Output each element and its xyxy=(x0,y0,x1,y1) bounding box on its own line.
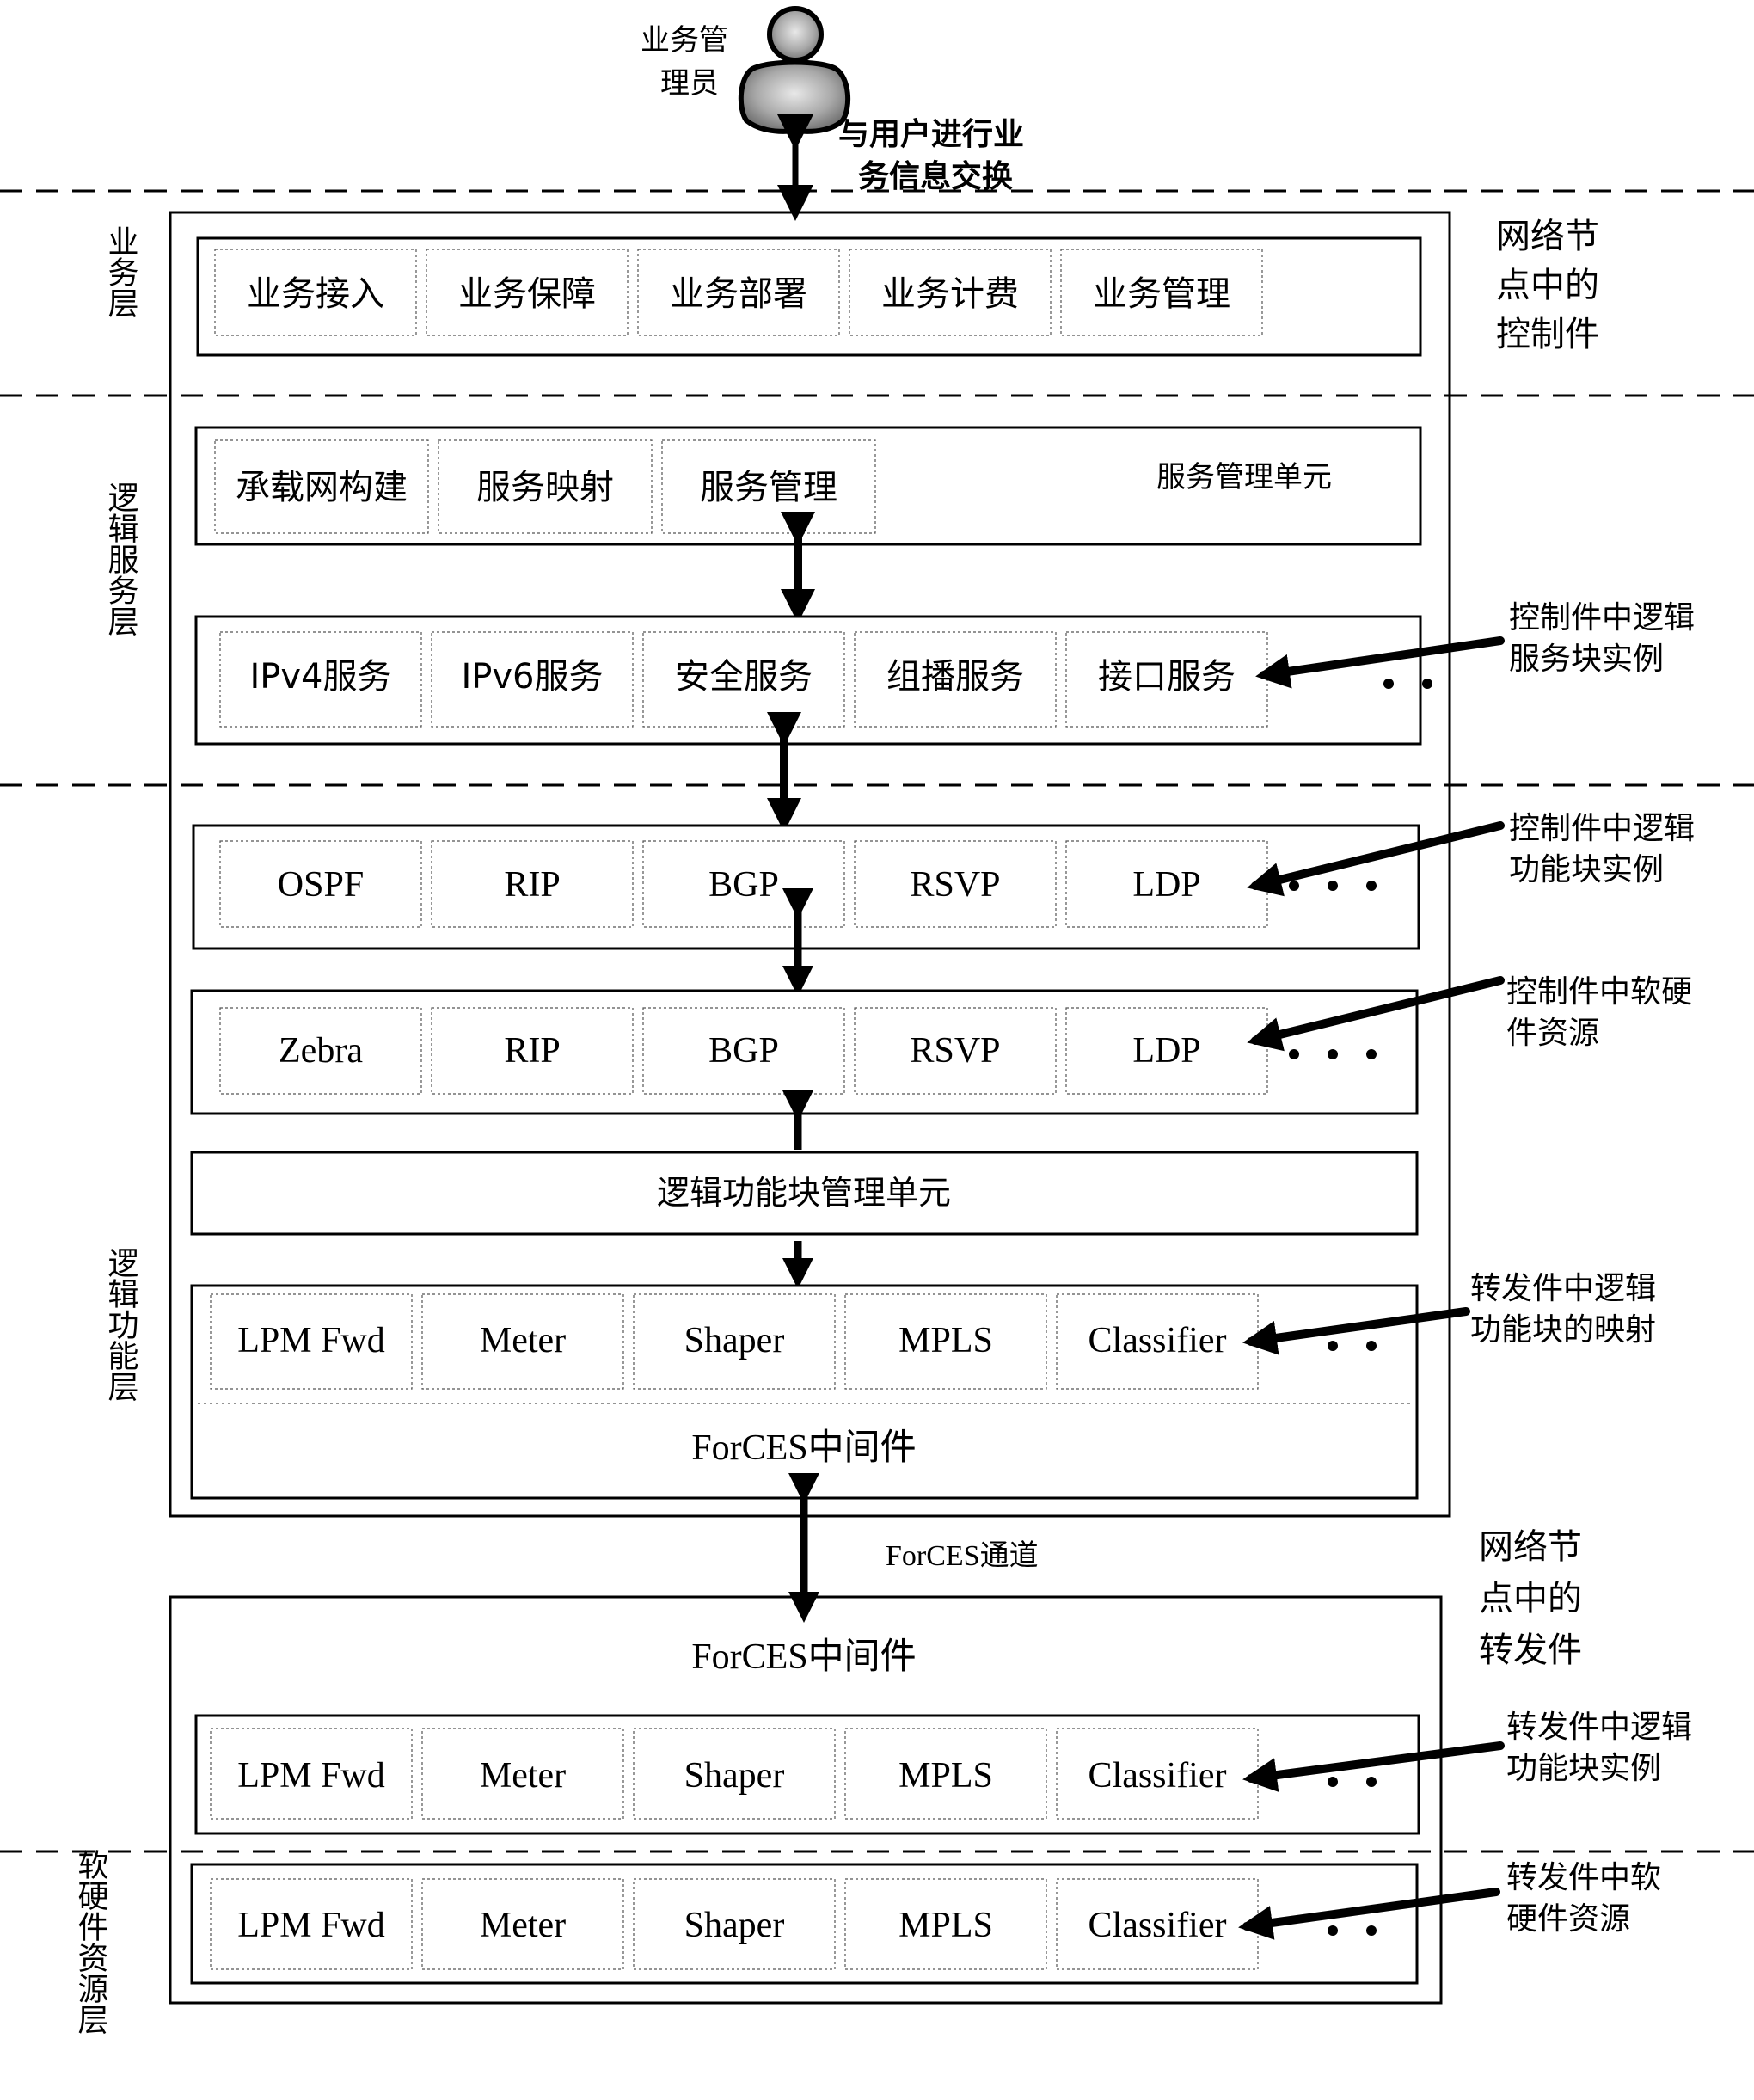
fe-label-line2: 点中的 xyxy=(1479,1579,1582,1618)
ellipsis-dot xyxy=(1328,1925,1338,1936)
exchange-label-line2: 务信息交换 xyxy=(858,158,1013,194)
annotation-line1: 控制件中逻辑 xyxy=(1509,811,1695,846)
block-label: LDP xyxy=(1132,865,1200,905)
lfb-mgmt-unit-title: 逻辑功能块管理单元 xyxy=(657,1174,951,1212)
block-label: 业务保障 xyxy=(458,274,596,314)
block-label: BGP xyxy=(708,1031,779,1071)
ellipsis-dot xyxy=(1328,881,1338,891)
annotation-line2: 服务块实例 xyxy=(1509,642,1664,677)
logic-service-block-row: IPv4服务 IPv6服务 安全服务 组播服务 接口服务 xyxy=(194,615,1432,746)
block-label: MPLS xyxy=(898,1321,993,1360)
architecture-diagram: 业务管 理员 与用户进行业 务信息交换 业务层 逻辑服务层 逻辑功能层 软硬件资… xyxy=(0,6,1754,2035)
forces-channel-label: ForCES通道 xyxy=(886,1539,1039,1572)
layer-label-logic-function: 逻辑功能层 xyxy=(103,1247,139,1402)
ellipsis-dot xyxy=(1383,679,1394,689)
block-label: LDP xyxy=(1132,1031,1200,1071)
annotation-line2: 功能块实例 xyxy=(1509,852,1664,887)
block-label: 业务接入 xyxy=(247,274,384,314)
block-label: Zebra xyxy=(279,1031,363,1071)
annotation-line1: 控制件中软硬 xyxy=(1506,974,1692,1010)
ellipsis-dot xyxy=(1366,1777,1377,1787)
ce-label-line1: 网络节 xyxy=(1496,217,1599,256)
fe-resource-row: LPM Fwd Meter Shaper MPLS Classifier xyxy=(190,1863,1419,1985)
service-management-unit: 承载网构建 服务映射 服务管理 服务管理单元 xyxy=(194,426,1422,546)
block-label: Classifier xyxy=(1089,1321,1227,1360)
actor-label-line2: 理员 xyxy=(660,66,719,101)
ce-resource-row: Zebra RIP BGP RSVP LDP xyxy=(190,989,1419,1115)
block-label: 业务管理 xyxy=(1093,274,1230,314)
exchange-label-line1: 与用户进行业 xyxy=(838,117,1024,152)
block-label: RIP xyxy=(504,1031,560,1071)
block-label: LPM Fwd xyxy=(237,1906,385,1945)
ellipsis-dot xyxy=(1289,881,1299,891)
ellipsis-dot xyxy=(1422,679,1432,689)
block-label: MPLS xyxy=(898,1906,993,1945)
layer-label-resource: 软硬件资源层 xyxy=(73,1849,108,2035)
user-icon xyxy=(738,6,851,134)
block-label: 业务计费 xyxy=(881,274,1019,314)
block-label: IPv4服务 xyxy=(249,657,391,697)
block-label: Shaper xyxy=(684,1756,785,1796)
block-label: RSVP xyxy=(910,1031,1000,1071)
ellipsis-dot xyxy=(1366,1049,1377,1059)
logic-function-block-row: OSPF RIP BGP RSVP LDP xyxy=(192,824,1420,950)
block-label: RIP xyxy=(504,865,560,905)
ce-middleware-title: ForCES中间件 xyxy=(691,1428,916,1468)
fe-middleware-title: ForCES中间件 xyxy=(691,1637,916,1677)
annotation-line1: 转发件中逻辑 xyxy=(1506,1710,1692,1745)
annotation-line1: 转发件中逻辑 xyxy=(1470,1271,1656,1306)
block-label: Shaper xyxy=(684,1321,785,1360)
business-service-row: 业务接入 业务保障 业务部署 业务计费 业务管理 xyxy=(196,236,1422,357)
block-label: Meter xyxy=(480,1321,566,1360)
block-label: 服务管理 xyxy=(700,468,837,507)
ellipsis-dot xyxy=(1366,881,1377,891)
fe-label-line3: 转发件 xyxy=(1479,1630,1582,1670)
ce-lfb-mapping-row: LPM Fwd Meter Shaper MPLS Classifier ForCES中… xyxy=(190,1284,1419,1500)
annotation-line2: 件资源 xyxy=(1506,1016,1599,1051)
ellipsis-dot xyxy=(1328,1777,1338,1787)
service-mgmt-unit-title: 服务管理单元 xyxy=(1156,460,1332,494)
annotation-line2: 功能块实例 xyxy=(1506,1751,1661,1786)
ce-label-line2: 点中的 xyxy=(1496,266,1599,305)
block-label: 组播服务 xyxy=(886,657,1024,697)
annotation-line2: 功能块的映射 xyxy=(1470,1312,1656,1348)
block-label: RSVP xyxy=(910,865,1000,905)
block-label: Classifier xyxy=(1089,1906,1227,1945)
layer-label-logic-service: 逻辑服务层 xyxy=(103,482,139,636)
block-label: 安全服务 xyxy=(675,657,813,697)
ellipsis-dot xyxy=(1366,1341,1377,1351)
ellipsis-dot xyxy=(1328,1049,1338,1059)
block-label: 业务部署 xyxy=(670,274,807,314)
ce-label-line3: 控制件 xyxy=(1496,315,1599,354)
layer-label-business: 业务层 xyxy=(103,225,138,318)
block-label: Shaper xyxy=(684,1906,785,1945)
ellipsis-dot xyxy=(1366,1925,1377,1936)
annotation-line2: 硬件资源 xyxy=(1506,1901,1630,1937)
lfb-management-unit: 逻辑功能块管理单元 xyxy=(190,1151,1419,1236)
block-label: Meter xyxy=(480,1906,566,1945)
block-label: LPM Fwd xyxy=(237,1756,385,1796)
block-label: BGP xyxy=(708,865,779,905)
ellipsis-dot xyxy=(1289,1049,1299,1059)
annotation-line1: 转发件中软 xyxy=(1506,1860,1661,1895)
actor-label-line1: 业务管 xyxy=(641,23,728,58)
block-label: Classifier xyxy=(1089,1756,1227,1796)
annotation-line1: 控制件中逻辑 xyxy=(1509,600,1695,636)
block-label: MPLS xyxy=(898,1756,993,1796)
block-label: Meter xyxy=(480,1756,566,1796)
block-label: 接口服务 xyxy=(1098,657,1236,697)
block-label: 承载网构建 xyxy=(236,468,408,507)
fe-lfb-instance-row: LPM Fwd Meter Shaper MPLS Classifier xyxy=(194,1714,1420,1835)
block-label: 服务映射 xyxy=(476,468,614,507)
admin-actor: 业务管 理员 xyxy=(641,6,851,134)
ellipsis-dot xyxy=(1328,1341,1338,1351)
block-label: IPv6服务 xyxy=(461,657,603,697)
block-label: OSPF xyxy=(278,865,364,905)
fe-label-line1: 网络节 xyxy=(1479,1527,1582,1567)
block-label: LPM Fwd xyxy=(237,1321,385,1360)
